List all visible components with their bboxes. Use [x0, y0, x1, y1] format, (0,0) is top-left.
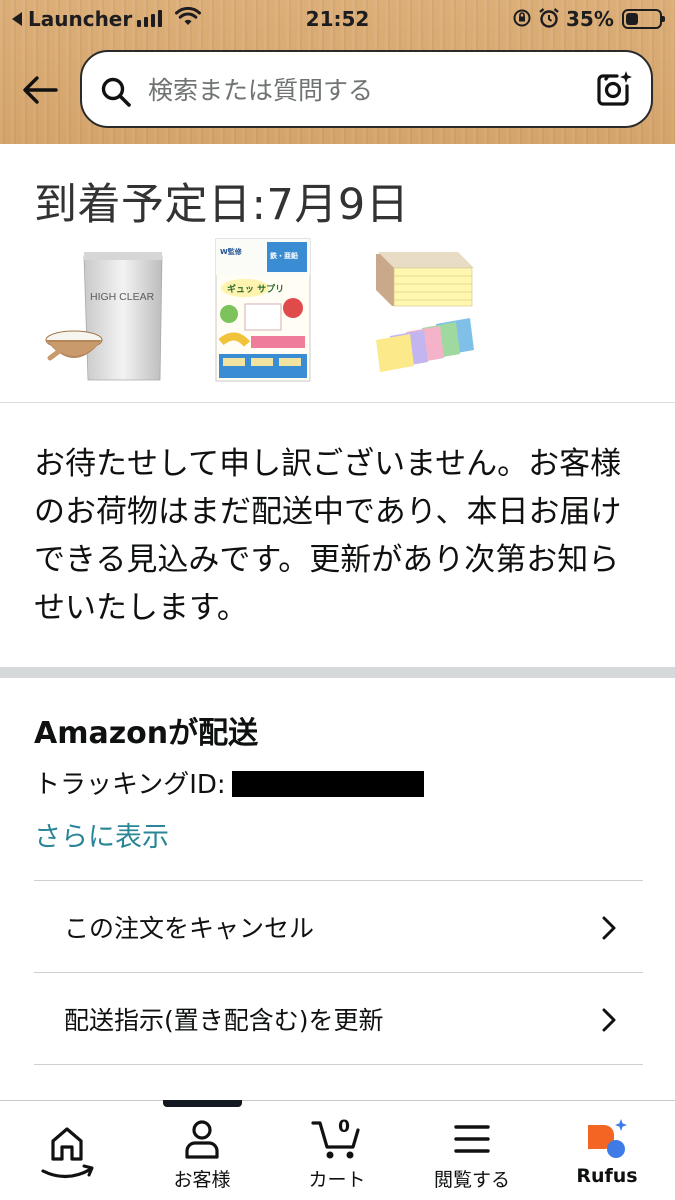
cancel-order-label: この注文をキャンセル — [64, 914, 315, 943]
tab-rufus-label: Rufus — [576, 1165, 638, 1187]
battery-percent: 35% — [566, 7, 614, 31]
bottom-tab-bar: お客様 0 カート 閲覧する Rufus — [0, 1100, 675, 1200]
tab-browse[interactable]: 閲覧する — [407, 1101, 537, 1200]
svg-text:鉄・亜鉛: 鉄・亜鉛 — [270, 251, 298, 260]
product-thumbnail-sticky-notes[interactable] — [372, 238, 482, 383]
product-supplement-label: ギュッ サプリ — [227, 283, 284, 295]
carrier-heading: Amazonが配送 — [34, 716, 259, 751]
svg-text:W監修: W監修 — [220, 247, 243, 256]
search-icon — [101, 77, 131, 107]
alarm-icon — [539, 8, 559, 28]
cancel-order-row[interactable]: この注文をキャンセル — [34, 880, 643, 971]
tab-cart[interactable]: 0 カート — [272, 1101, 402, 1200]
account-icon — [185, 1120, 219, 1159]
cart-icon — [311, 1121, 360, 1159]
delay-message: お待たせして申し訳ございません。お客様のお荷物はまだ配送中であり、本日お届けでき… — [34, 446, 622, 626]
update-delivery-label: 配送指示(置き配含む)を更新 — [64, 1006, 384, 1035]
menu-icon — [454, 1125, 490, 1153]
tab-account-label: お客様 — [173, 1169, 231, 1191]
tracking-id-redacted — [231, 770, 424, 797]
tab-account[interactable]: お客様 — [137, 1101, 267, 1200]
section-separator — [0, 667, 675, 678]
product-thumbnail-supplement[interactable]: W監修 鉄・亜鉛 ギュッ サプリ — [215, 238, 311, 383]
search-input[interactable] — [148, 69, 568, 111]
camera-search-icon[interactable] — [595, 70, 633, 108]
rufus-icon — [588, 1119, 627, 1158]
tracking-id-label: トラッキングID: — [34, 770, 226, 800]
active-tab-indicator — [163, 1100, 242, 1107]
tab-rufus[interactable]: Rufus — [542, 1101, 672, 1200]
product-thumbnail-protein[interactable]: HIGH CLEAR — [40, 238, 170, 383]
home-icon — [41, 1127, 94, 1179]
status-bar: Launcher 21:52 35% — [0, 0, 675, 38]
orientation-lock-icon — [513, 9, 531, 27]
tab-cart-label: カート — [308, 1169, 366, 1191]
list-end-divider — [34, 1064, 643, 1065]
chevron-right-icon — [602, 1008, 616, 1032]
tab-browse-label: 閲覧する — [433, 1169, 510, 1191]
app-header: Launcher 21:52 35% — [0, 0, 675, 144]
search-bar[interactable] — [80, 50, 653, 128]
update-delivery-instructions-row[interactable]: 配送指示(置き配含む)を更新 — [34, 972, 643, 1063]
product-protein-label: HIGH CLEAR — [90, 291, 155, 303]
back-arrow-icon[interactable] — [18, 70, 62, 110]
tab-home[interactable] — [2, 1101, 132, 1200]
section-divider — [0, 402, 675, 403]
tracking-id-row: トラッキングID: — [34, 764, 424, 801]
chevron-right-icon — [602, 916, 616, 940]
show-more-link[interactable]: さらに表示 — [34, 815, 169, 854]
arrival-date-heading: 到着予定日:7月9日 — [34, 180, 410, 230]
battery-icon — [622, 9, 665, 29]
